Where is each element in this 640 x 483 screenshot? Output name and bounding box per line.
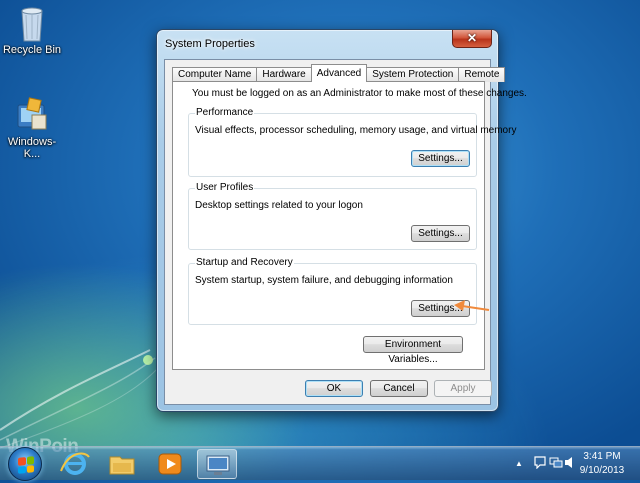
tab-advanced[interactable]: Advanced [310, 64, 368, 82]
environment-variables-button[interactable]: Environment Variables... [363, 336, 463, 365]
performance-settings-button[interactable]: Settings... [411, 150, 470, 167]
group-description: System startup, system failure, and debu… [195, 275, 453, 286]
startup-recovery-settings-button[interactable]: Settings... [411, 300, 470, 317]
taskbar-windows-explorer[interactable] [102, 449, 142, 479]
taskbar-system-properties[interactable] [197, 449, 237, 479]
group-title: Startup and Recovery [195, 257, 294, 268]
dialog-client-area: Computer Name Hardware Advanced System P… [164, 59, 527, 405]
group-description: Desktop settings related to your logon [195, 200, 363, 211]
installer-icon [14, 97, 50, 133]
tab-remote[interactable]: Remote [458, 67, 506, 82]
close-button[interactable]: ✕ [452, 30, 492, 48]
tab-hardware[interactable]: Hardware [256, 67, 312, 82]
windows-logo-icon [18, 456, 34, 474]
start-button[interactable] [8, 447, 42, 481]
ok-button[interactable]: OK [305, 380, 363, 397]
taskbar-clock[interactable]: 3:41 PM 9/10/2013 [574, 450, 630, 478]
group-title: Performance [195, 107, 255, 118]
system-properties-window: System Properties ✕ Computer Name Hardwa… [156, 29, 527, 412]
network-icon[interactable] [549, 456, 563, 472]
media-player-icon [158, 453, 182, 475]
administrator-notice: You must be logged on as an Administrato… [192, 88, 527, 99]
apply-button[interactable]: Apply [434, 380, 492, 397]
show-hidden-icons-button[interactable]: ▲ [515, 459, 523, 468]
internet-explorer-icon [60, 452, 90, 475]
desktop-icon-label: Recycle Bin [2, 44, 62, 56]
performance-group: Performance Visual effects, processor sc… [188, 107, 516, 177]
system-properties-icon [206, 455, 230, 475]
cancel-button[interactable]: Cancel [370, 380, 428, 397]
group-description: Visual effects, processor scheduling, me… [195, 125, 517, 136]
taskbar-internet-explorer[interactable] [55, 449, 95, 479]
desktop-icon-label: Windows-K... [7, 136, 57, 160]
group-title: User Profiles [195, 182, 255, 193]
tab-system-protection[interactable]: System Protection [366, 67, 460, 82]
recycle-bin-icon [14, 5, 50, 42]
startup-recovery-group: Startup and Recovery System startup, sys… [188, 257, 477, 325]
windows-explorer-icon [109, 456, 135, 475]
desktop-icon-recycle-bin[interactable]: Recycle Bin [0, 5, 64, 56]
tab-computer-name[interactable]: Computer Name [172, 67, 258, 82]
tab-strip: Computer Name Hardware Advanced System P… [172, 64, 506, 82]
window-title: System Properties [165, 38, 255, 50]
clock-date: 9/10/2013 [579, 465, 625, 476]
clock-time: 3:41 PM [583, 451, 621, 462]
desktop-icon-windows-k[interactable]: Windows-K... [0, 97, 64, 160]
action-center-icon[interactable] [533, 456, 547, 472]
user-profiles-settings-button[interactable]: Settings... [411, 225, 470, 242]
advanced-tab-panel: You must be logged on as an Administrato… [172, 81, 527, 370]
user-profiles-group: User Profiles Desktop settings related t… [188, 182, 477, 250]
taskbar-media-player[interactable] [150, 449, 190, 479]
